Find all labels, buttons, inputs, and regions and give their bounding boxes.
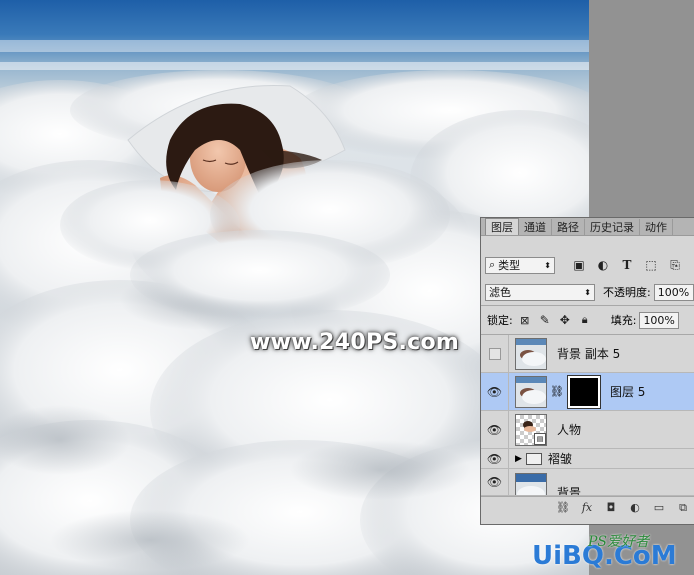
layer-thumbnail xyxy=(515,473,547,495)
layer-thumbnail: ▤ xyxy=(515,413,547,446)
brand-logo: UiBQ.CoM PS爱好者 xyxy=(532,534,677,571)
layer-name: 褶皱 xyxy=(547,452,572,466)
blend-mode-select[interactable]: 滤色 ⬍ xyxy=(485,283,595,301)
fx-icon[interactable]: fx xyxy=(579,500,595,516)
clouds-thumbnail xyxy=(516,376,546,407)
layer-mask-thumbnail[interactable] xyxy=(566,374,601,409)
opacity-input[interactable]: 100% xyxy=(653,283,694,301)
link-layers-icon[interactable]: ⛓︎ xyxy=(555,500,571,516)
panel-tabbar: 图层 通道 路径 历史记录 动作 xyxy=(481,218,694,236)
folder-icon xyxy=(525,452,542,465)
visibility-empty-box xyxy=(488,347,501,360)
search-icon: ⌕ xyxy=(489,258,496,271)
fill-label: 填充: xyxy=(610,314,637,327)
opacity-value: 100% xyxy=(657,285,690,299)
smart-object-icon: ▤ xyxy=(534,432,546,445)
tab-channels[interactable]: 通道 xyxy=(519,219,552,235)
visibility-toggle[interactable]: 👁︎ xyxy=(481,373,509,410)
watermark-text: www.240PS.com xyxy=(250,330,460,355)
clouds-thumbnail xyxy=(516,338,546,369)
layer-name: 背景 副本 5 xyxy=(557,347,621,361)
visibility-toggle[interactable] xyxy=(481,335,509,372)
visibility-toggle[interactable]: 👁︎ xyxy=(481,411,509,448)
layers-panel: 图层 通道 路径 历史记录 动作 ⌕ 类型 ⬍ ▣ ◐ T ⬚ ⎘ 滤色 ⬍ 不… xyxy=(480,217,694,525)
layer-name: 背景 xyxy=(557,486,582,496)
filter-kind-label: 类型 xyxy=(498,259,521,272)
tab-layers[interactable]: 图层 xyxy=(485,218,519,235)
filter-kind-select[interactable]: ⌕ 类型 ⬍ xyxy=(485,256,555,274)
filter-shape-icon[interactable]: ⬚ xyxy=(643,257,659,273)
chevron-updown-icon: ⬍ xyxy=(544,260,551,270)
new-group-folder-icon[interactable]: ▭ xyxy=(651,500,667,516)
layer-name: 人物 xyxy=(557,423,582,437)
add-mask-icon[interactable]: ◘ xyxy=(603,500,619,516)
fill-input[interactable]: 100% xyxy=(639,311,680,329)
filter-smart-object-icon[interactable]: ⎘ xyxy=(667,257,683,273)
layer-thumbnail xyxy=(515,337,547,370)
layer-row-person[interactable]: 👁︎ ▤ 人物 xyxy=(481,411,694,449)
layer-row-background-copy-5[interactable]: 背景 副本 5 xyxy=(481,335,694,373)
separator xyxy=(481,305,694,306)
lock-image-brush-icon[interactable]: ✎ xyxy=(537,312,553,328)
lock-position-move-icon[interactable]: ✥ xyxy=(557,312,573,328)
layer-row-background[interactable]: 👁︎ 背景 xyxy=(481,469,694,496)
lock-row: 锁定: ⊠ ✎ ✥ 🔒︎ 填充: 100% xyxy=(481,309,694,331)
layer-row-layer-5[interactable]: 👁︎ ⛓︎ 图层 5 xyxy=(481,373,694,411)
visibility-toggle[interactable]: 👁︎ xyxy=(481,469,509,495)
layer-row-folds-group[interactable]: 👁︎ ▶ 褶皱 xyxy=(481,449,694,469)
layer-filter-row: ⌕ 类型 ⬍ ▣ ◐ T ⬚ ⎘ xyxy=(481,253,694,277)
blend-row: 滤色 ⬍ 不透明度: 100% xyxy=(481,280,694,304)
visibility-toggle[interactable]: 👁︎ xyxy=(481,449,509,468)
eye-icon: 👁︎ xyxy=(486,422,503,437)
tab-paths[interactable]: 路径 xyxy=(552,219,585,235)
new-layer-icon[interactable]: ⧉ xyxy=(675,500,691,516)
lock-all-padlock-icon[interactable]: 🔒︎ xyxy=(577,312,593,328)
expand-arrow-icon[interactable]: ▶ xyxy=(515,454,522,464)
filter-adjustment-icon[interactable]: ◐ xyxy=(595,257,611,273)
link-chain-icon[interactable]: ⛓︎ xyxy=(550,385,564,398)
brand-logo-subtext: PS爱好者 xyxy=(588,534,650,550)
tab-history[interactable]: 历史记录 xyxy=(585,219,640,235)
fill-value: 100% xyxy=(643,313,675,327)
filter-type-icon[interactable]: T xyxy=(619,257,635,273)
eye-icon: 👁︎ xyxy=(486,451,503,466)
tab-actions[interactable]: 动作 xyxy=(640,219,673,235)
eye-icon: 👁︎ xyxy=(486,384,503,399)
clouds-thumbnail xyxy=(516,474,546,495)
layer-name: 图层 5 xyxy=(609,385,646,399)
layers-panel-footer: ⛓︎ fx ◘ ◐ ▭ ⧉ xyxy=(481,496,694,518)
blend-mode-value: 滤色 xyxy=(489,286,511,299)
adjustment-layer-icon[interactable]: ◐ xyxy=(627,500,643,516)
lock-transparent-icon[interactable]: ⊠ xyxy=(517,312,533,328)
lock-label: 锁定: xyxy=(487,314,513,327)
chevron-updown-icon: ⬍ xyxy=(584,287,591,297)
layer-thumbnail xyxy=(515,375,547,408)
eye-icon: 👁︎ xyxy=(486,475,503,489)
opacity-label: 不透明度: xyxy=(603,286,651,299)
filter-pixel-icon[interactable]: ▣ xyxy=(571,257,587,273)
